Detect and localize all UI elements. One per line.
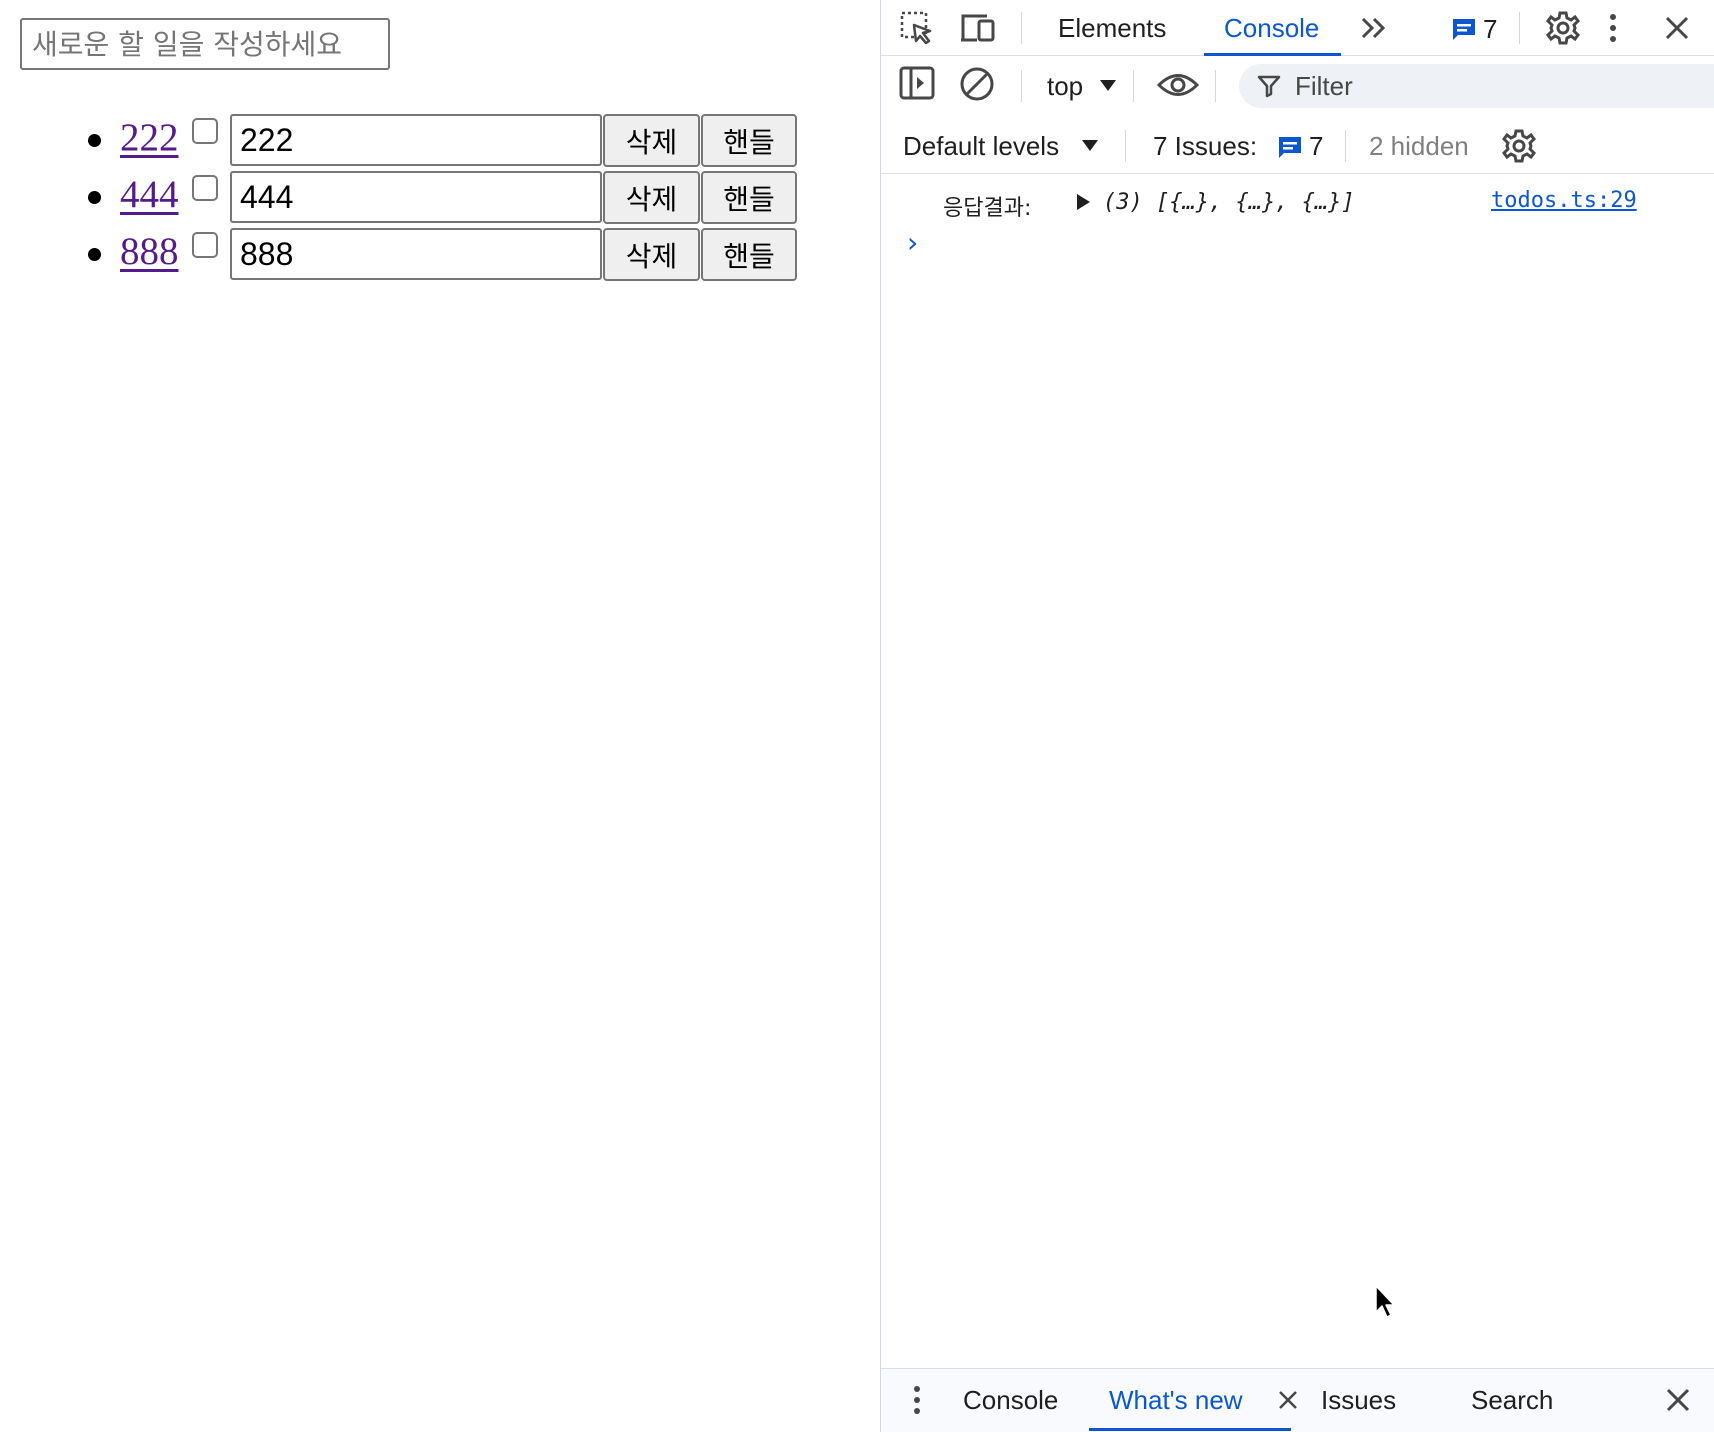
- console-settings-gear-icon[interactable]: [1501, 128, 1537, 164]
- handle-button[interactable]: 핸들: [701, 171, 797, 224]
- todo-edit-input[interactable]: [230, 228, 602, 280]
- context-selector[interactable]: top: [1047, 70, 1083, 102]
- web-page: 222 삭제 핸들 444 삭제 핸들 888 삭제 핸들: [0, 0, 880, 1432]
- drawer-tab-search[interactable]: Search: [1471, 1369, 1553, 1431]
- issues-badge-count[interactable]: 7: [1483, 14, 1497, 44]
- active-tab-underline: [1089, 1428, 1291, 1431]
- console-toolbar: top Filter: [881, 56, 1714, 118]
- separator: [1133, 70, 1134, 102]
- drawer-more-options-icon[interactable]: [911, 1384, 923, 1416]
- close-tab-icon[interactable]: [1277, 1389, 1299, 1411]
- mouse-cursor-icon: [1374, 1284, 1398, 1325]
- todo-link[interactable]: 444: [120, 171, 179, 219]
- bullet-icon: [88, 134, 101, 147]
- chevron-down-icon[interactable]: [1081, 138, 1099, 152]
- filter-funnel-icon: [1257, 74, 1281, 98]
- filter-input[interactable]: Filter: [1239, 64, 1714, 108]
- chevron-down-icon[interactable]: [1099, 78, 1117, 92]
- close-drawer-icon[interactable]: [1665, 1387, 1691, 1413]
- todo-checkbox[interactable]: [192, 232, 218, 258]
- log-source-link[interactable]: todos.ts:29: [1491, 188, 1637, 213]
- todo-checkbox[interactable]: [192, 175, 218, 201]
- devtools-tab-bar: Elements Console 7: [881, 0, 1714, 56]
- more-options-icon[interactable]: [1607, 12, 1619, 44]
- default-levels-dropdown[interactable]: Default levels: [903, 130, 1059, 162]
- tab-elements[interactable]: Elements: [1058, 0, 1166, 56]
- more-tabs-chevron-icon[interactable]: [1358, 12, 1390, 44]
- inspect-element-icon[interactable]: [899, 10, 935, 46]
- drawer-tab-whats-new[interactable]: What's new: [1089, 1369, 1291, 1431]
- settings-gear-icon[interactable]: [1545, 10, 1581, 46]
- separator: [1519, 12, 1520, 44]
- message-icon[interactable]: [1277, 134, 1303, 160]
- bullet-icon: [88, 248, 101, 261]
- devtools-panel: Elements Console 7 top Filter Default le…: [880, 0, 1714, 1432]
- todo-checkbox[interactable]: [192, 118, 218, 144]
- new-todo-input[interactable]: [20, 18, 390, 70]
- message-icon[interactable]: [1451, 16, 1477, 42]
- console-output: 응답결과: (3) [{…}, {…}, {…}] todos.ts:29 ›: [881, 174, 1714, 1366]
- handle-button[interactable]: 핸들: [701, 114, 797, 167]
- todo-item: 222 삭제 핸들: [0, 113, 800, 170]
- clear-console-icon[interactable]: [959, 66, 995, 102]
- handle-button[interactable]: 핸들: [701, 228, 797, 281]
- bullet-icon: [88, 191, 101, 204]
- separator: [1215, 70, 1216, 102]
- todo-link[interactable]: 888: [120, 228, 179, 276]
- device-toolbar-icon[interactable]: [959, 10, 997, 46]
- separator: [1345, 130, 1346, 162]
- log-value[interactable]: (3) [{…}, {…}, {…}]: [1103, 190, 1355, 215]
- sidebar-toggle-icon[interactable]: [899, 66, 935, 100]
- close-devtools-icon[interactable]: [1663, 14, 1691, 42]
- expand-triangle-icon[interactable]: [1077, 194, 1090, 210]
- issues-label[interactable]: 7 Issues:: [1153, 130, 1257, 162]
- drawer-tab-whats-new-label: What's new: [1109, 1384, 1243, 1415]
- todo-link[interactable]: 222: [120, 114, 179, 162]
- todo-list: 222 삭제 핸들 444 삭제 핸들 888 삭제 핸들: [0, 113, 800, 284]
- console-prompt-chevron-icon[interactable]: ›: [907, 226, 918, 259]
- todo-item: 888 삭제 핸들: [0, 227, 800, 284]
- drawer-tab-bar: Console What's new Issues Search: [881, 1368, 1714, 1432]
- delete-button[interactable]: 삭제: [603, 171, 700, 224]
- separator: [1125, 130, 1126, 162]
- issues-count[interactable]: 7: [1309, 130, 1323, 162]
- separator: [1021, 12, 1022, 44]
- log-label: 응답결과:: [943, 196, 1032, 221]
- live-expression-eye-icon[interactable]: [1157, 70, 1199, 100]
- filter-placeholder: Filter: [1295, 70, 1353, 101]
- drawer-tab-issues[interactable]: Issues: [1321, 1369, 1396, 1431]
- todo-edit-input[interactable]: [230, 114, 602, 166]
- tab-console[interactable]: Console: [1203, 0, 1342, 56]
- console-levels-bar: Default levels 7 Issues: 7 2 hidden: [881, 118, 1714, 174]
- delete-button[interactable]: 삭제: [603, 114, 700, 167]
- todo-item: 444 삭제 핸들: [0, 170, 800, 227]
- drawer-tab-console[interactable]: Console: [963, 1369, 1058, 1431]
- delete-button[interactable]: 삭제: [603, 228, 700, 281]
- hidden-count: 2 hidden: [1369, 130, 1469, 161]
- separator: [1021, 70, 1022, 102]
- todo-edit-input[interactable]: [230, 171, 602, 223]
